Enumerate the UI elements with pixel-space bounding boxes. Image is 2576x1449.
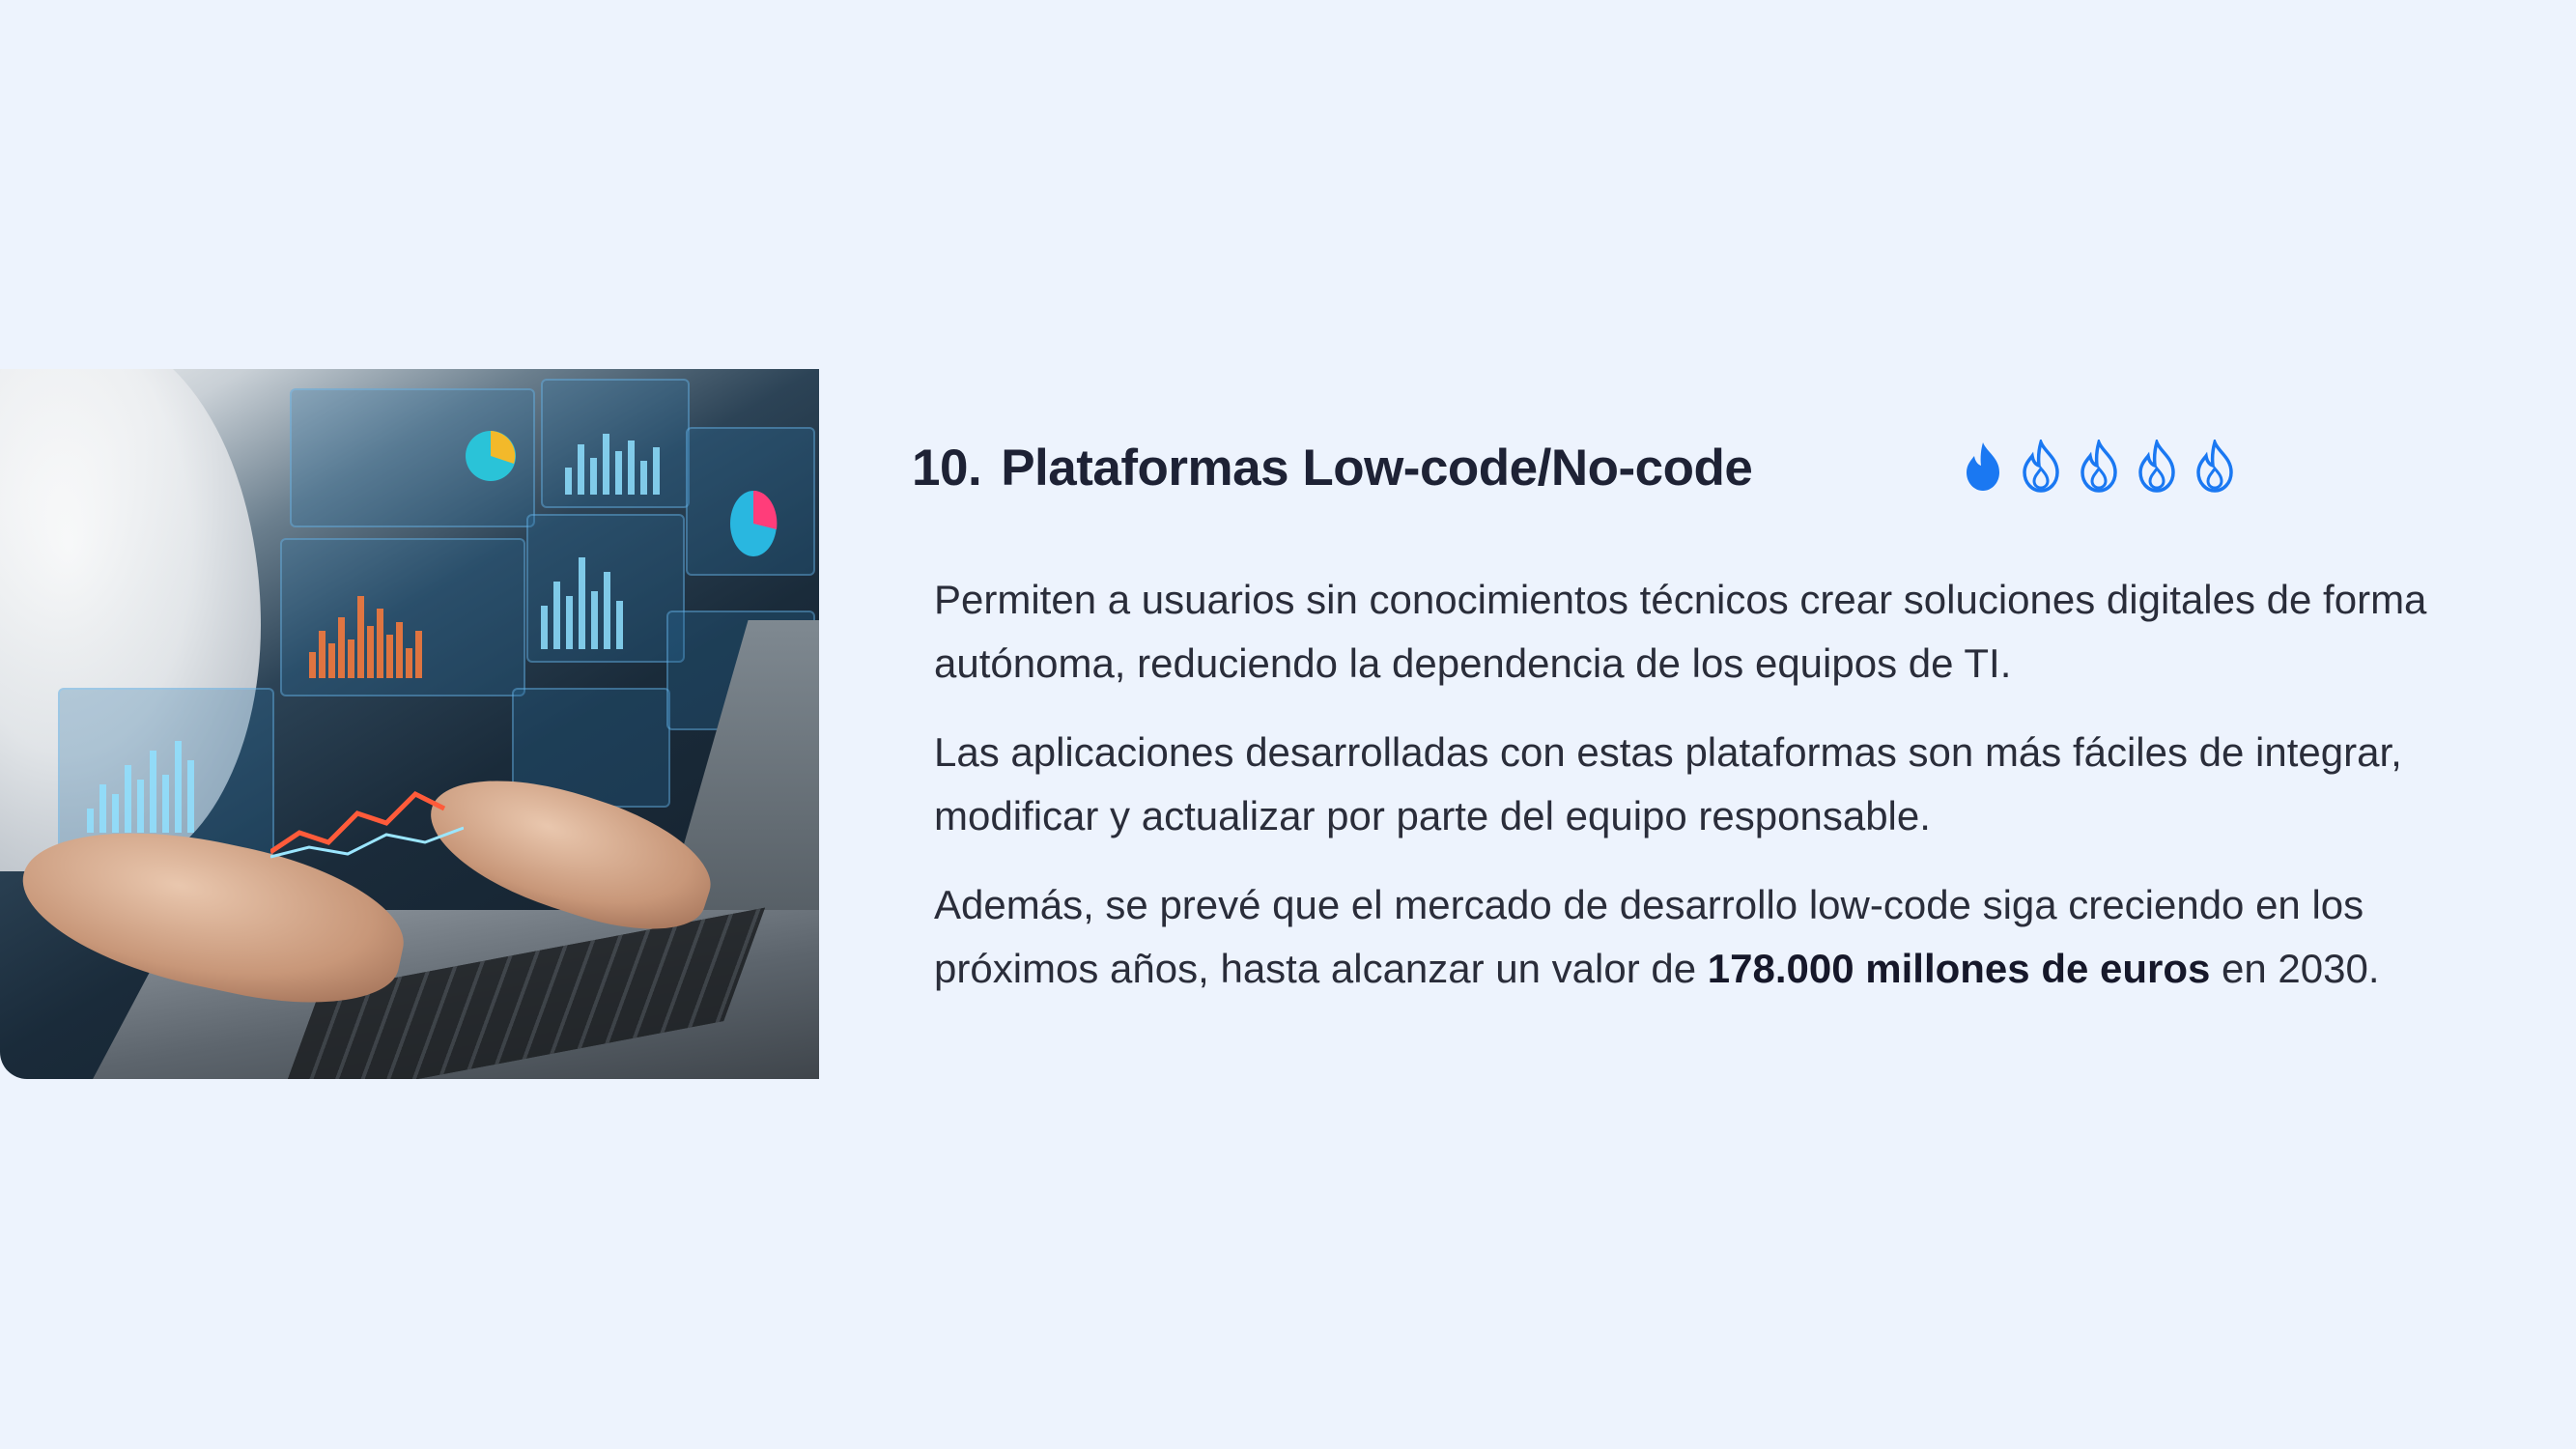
body-paragraph: Las aplicaciones desarrolladas con estas… xyxy=(934,729,2402,838)
flame-icon xyxy=(2196,440,2233,493)
flame-icon xyxy=(1967,442,1999,491)
flame-icon xyxy=(2138,440,2175,493)
holo-line-chart xyxy=(270,790,464,859)
holo-bar-chart xyxy=(565,427,660,495)
holo-pie-chart xyxy=(730,490,778,556)
section-header: 10. Plataformas Low-code/No-code xyxy=(912,437,1753,498)
highlight-value: 178.000 millones de euros xyxy=(1707,946,2211,991)
section-body: Permiten a usuarios sin conocimientos té… xyxy=(934,568,2528,1026)
section-number: 10. xyxy=(912,439,982,497)
flame-rating xyxy=(1961,440,2237,494)
flame-icon xyxy=(2081,440,2117,493)
paragraph-text: en 2030. xyxy=(2210,946,2380,991)
holo-bar-chart xyxy=(309,591,422,678)
body-paragraph: Permiten a usuarios sin conocimientos té… xyxy=(934,577,2427,686)
holo-bar-chart xyxy=(87,736,194,833)
body-paragraph: Además, se prevé que el mercado de desar… xyxy=(934,873,2528,1001)
holo-bar-chart xyxy=(541,553,623,649)
section-title-text: Plataformas Low-code/No-code xyxy=(1001,439,1753,497)
holo-pie-chart xyxy=(466,431,516,481)
hero-photo xyxy=(0,369,819,1079)
section-title: 10. Plataformas Low-code/No-code xyxy=(912,439,1753,497)
flame-icon xyxy=(2023,440,2059,493)
